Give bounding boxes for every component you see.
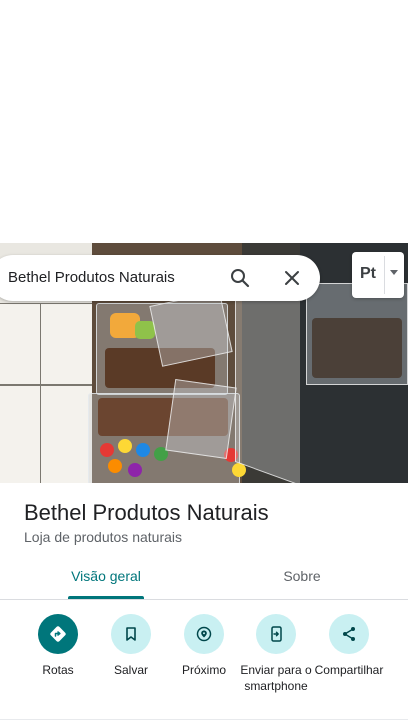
language-selector[interactable]: Pt [352, 252, 404, 298]
directions-button[interactable]: Rotas [18, 614, 98, 678]
language-divider [384, 256, 385, 294]
language-code: Pt [360, 265, 376, 282]
place-title: Bethel Produtos Naturais [24, 500, 269, 525]
nearby-button[interactable]: Próximo [164, 614, 244, 678]
search-bar[interactable]: Bethel Produtos Naturais [0, 255, 320, 301]
send-to-phone-button[interactable]: Enviar para o smartphone [236, 614, 316, 694]
send-to-phone-icon[interactable] [256, 614, 296, 654]
tab-about[interactable]: Sobre [250, 568, 354, 584]
save-label: Salvar [113, 663, 148, 677]
tabs-divider [0, 599, 408, 600]
share-label: Compartilhar [314, 663, 384, 677]
bottom-divider [0, 719, 408, 720]
chevron-down-icon[interactable] [390, 270, 398, 275]
place-category: Loja de produtos naturais [24, 529, 182, 545]
bookmark-icon[interactable] [111, 614, 151, 654]
search-input[interactable]: Bethel Produtos Naturais [8, 269, 175, 286]
search-icon[interactable] [228, 266, 252, 290]
send-to-phone-label: Enviar para o smartphone [240, 663, 312, 693]
map-blank-area [0, 0, 408, 243]
directions-label: Rotas [42, 663, 74, 677]
nearby-icon[interactable] [184, 614, 224, 654]
nearby-label: Próximo [181, 663, 226, 677]
close-icon[interactable] [280, 266, 304, 290]
share-button[interactable]: Compartilhar [309, 614, 389, 678]
directions-icon[interactable] [38, 614, 78, 654]
share-icon[interactable] [329, 614, 369, 654]
save-button[interactable]: Salvar [91, 614, 171, 678]
tab-overview[interactable]: Visão geral [54, 568, 158, 584]
